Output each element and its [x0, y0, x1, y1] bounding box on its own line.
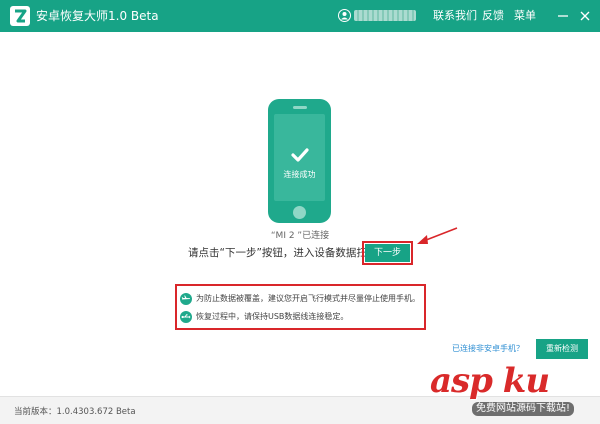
usb-icon: [180, 311, 192, 323]
minimize-icon[interactable]: [556, 9, 570, 23]
non-android-link[interactable]: 已连接非安卓手机？: [452, 343, 524, 354]
version-label: 当前版本：1.0.4303.672 Beta: [14, 407, 136, 417]
user-avatar-icon[interactable]: [338, 9, 351, 22]
next-step-button[interactable]: 下一步: [365, 244, 410, 262]
red-pointer-arrow-icon: [417, 227, 458, 244]
close-icon[interactable]: [578, 9, 592, 23]
contact-us-link[interactable]: 联系我们: [433, 9, 477, 23]
airplane-icon: [180, 293, 192, 305]
app-title: 安卓恢复大师1.0 Beta: [36, 9, 159, 23]
tip-usb-stable: 恢复过程中，请保持USB数据线连接稳定。: [180, 311, 348, 324]
feedback-link[interactable]: 反馈: [482, 9, 504, 23]
device-connected-status: “MI 2 ”已连接: [270, 231, 330, 241]
phone-illustration: 连接成功: [268, 99, 331, 223]
phone-home-button: [293, 206, 306, 219]
checkmark-icon: [291, 148, 309, 162]
connect-success-label: 连接成功: [283, 170, 316, 179]
phone-screen: 连接成功: [274, 114, 325, 201]
title-bar: 安卓恢复大师1.0 Beta 联系我们 反馈 菜单: [0, 0, 600, 32]
redetect-button[interactable]: 重新检测: [536, 339, 588, 359]
tip-airplane-text: 为防止数据被覆盖，建议您开启飞行模式并尽量停止使用手机。: [196, 294, 420, 303]
watermark-logo: asp ku: [430, 361, 550, 401]
watermark-subtitle: 免费网站源码下载站!: [472, 402, 575, 416]
menu-link[interactable]: 菜单: [514, 9, 536, 23]
app-logo-icon: [10, 6, 30, 26]
instruction-text: 请点击“下一步”按钮，进入设备数据扫描: [188, 247, 378, 259]
phone-speaker: [293, 106, 307, 109]
tip-usb-text: 恢复过程中，请保持USB数据线连接稳定。: [196, 312, 349, 321]
watermark: asp ku 免费网站源码下载站!: [430, 362, 595, 422]
tip-airplane-mode: 为防止数据被覆盖，建议您开启飞行模式并尽量停止使用手机。: [180, 293, 420, 306]
username-redacted[interactable]: [354, 10, 416, 21]
